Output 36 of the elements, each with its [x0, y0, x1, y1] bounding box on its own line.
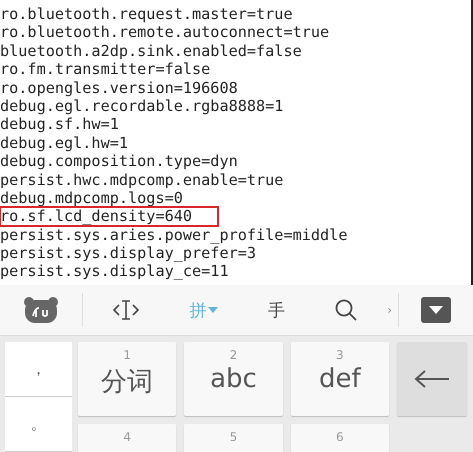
text-line: bluetooth.a2dp.sink.enabled=false	[0, 42, 302, 60]
text-line: ro.bluetooth.request.master=true	[0, 5, 293, 24]
key-label: def	[319, 364, 361, 394]
key-number: 6	[336, 430, 344, 444]
key-number: 5	[230, 430, 238, 444]
input-mode-button[interactable]: 手	[266, 296, 287, 324]
backspace-key[interactable]	[397, 342, 467, 416]
highlighted-line: ro.sf.lcd_density=640	[0, 207, 218, 226]
key-number: 4	[123, 430, 131, 444]
text-line: debug.egl.recordable.rgba8888=1	[0, 96, 284, 116]
text-line: ro.fm.transmitter=false	[0, 60, 210, 79]
key-number: 1	[123, 348, 131, 362]
key-number: 2	[230, 348, 238, 362]
text-line: persist.hwc.mdpcomp.enable=true	[0, 170, 284, 189]
caret-icon	[208, 307, 218, 313]
text-line: ro.bluetooth.remote.autoconnect=true	[0, 23, 330, 42]
backspace-icon	[414, 369, 450, 389]
keyboard-key[interactable]: 2 abc	[184, 342, 283, 416]
keyboard-key[interactable]: 3 def	[290, 342, 389, 416]
text-line: persist.sys.display_prefer=3	[0, 244, 256, 262]
key-label: abc	[210, 364, 257, 394]
cursor-move-icon	[112, 299, 140, 321]
bear-logo-icon[interactable]	[23, 296, 59, 324]
text-line: persist.sys.aries.power_profile=middle	[0, 226, 348, 244]
text-line: debug.composition.type=dyn	[0, 152, 238, 171]
text-line: debug.sf.hw=1	[0, 115, 119, 134]
text-line: debug.egl.hw=1	[0, 134, 128, 152]
collapse-icon	[421, 297, 451, 323]
text-line: ro.opengles.version=196608	[0, 78, 238, 97]
key-number: 3	[336, 348, 344, 362]
keyboard-key[interactable]: 1 分词	[78, 342, 176, 416]
more-arrow[interactable]: ›	[387, 303, 392, 317]
search-icon	[334, 298, 358, 322]
text-line: debug.mdpcomp.logs=0	[0, 188, 183, 208]
text-line: persist.sys.display_ce=11	[0, 262, 229, 281]
key-label: 分词	[101, 366, 154, 399]
